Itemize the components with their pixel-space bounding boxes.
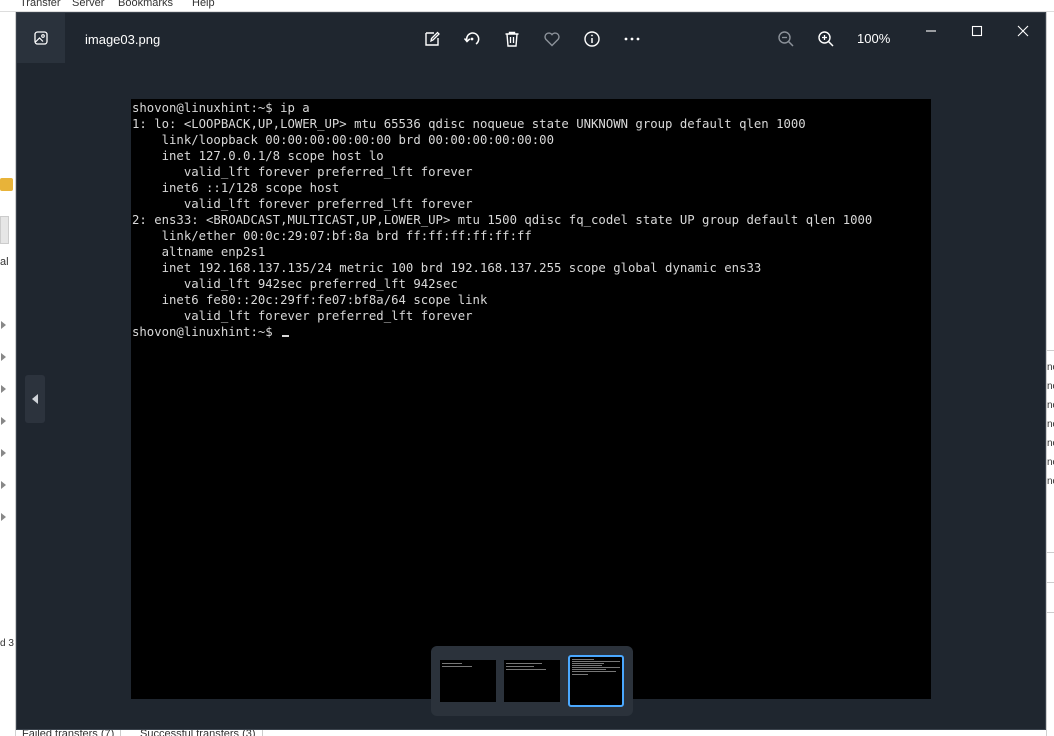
terminal-line: inet 192.168.137.135/24 metric 100 brd 1…	[132, 261, 762, 275]
zoom-in-icon	[818, 31, 834, 47]
expand-arrow-icon[interactable]	[1, 417, 6, 425]
background-right-text: no	[1047, 362, 1054, 373]
more-icon	[624, 37, 640, 41]
close-button[interactable]	[1008, 21, 1038, 41]
divider	[1047, 582, 1054, 583]
menu-transfer[interactable]: Transfer	[20, 0, 61, 9]
terminal-line: altname enp2s1	[132, 245, 266, 259]
maximize-icon	[971, 25, 983, 37]
terminal-prompt-line: shovon@linuxhint:~$	[132, 324, 872, 340]
thumbnail-line	[572, 659, 594, 660]
terminal-prompt: shovon@linuxhint:~$	[132, 325, 281, 339]
expand-arrow-icon[interactable]	[1, 481, 6, 489]
thumbnail-line	[572, 671, 616, 672]
background-left-bottom-label: d 3	[0, 638, 14, 649]
title-bar: image03.png 100%	[17, 13, 1045, 65]
menu-bookmarks[interactable]: Bookmarks	[118, 0, 173, 9]
thumbnail-line	[506, 669, 546, 670]
close-icon	[1017, 25, 1029, 37]
thumbnail-line	[442, 663, 462, 664]
expand-arrow-icon[interactable]	[1, 353, 6, 361]
terminal-line: 2: ens33: <BROADCAST,MULTICAST,UP,LOWER_…	[132, 213, 873, 227]
divider	[1047, 612, 1054, 613]
edit-icon	[425, 31, 440, 46]
zoom-out-icon	[778, 31, 794, 47]
thumbnail-line	[572, 663, 604, 664]
terminal-output: shovon@linuxhint:~$ ip a 1: lo: <LOOPBACK…	[132, 100, 872, 340]
chevron-left-icon	[32, 394, 38, 404]
terminal-line: link/ether 00:0c:29:07:bf:8a brd ff:ff:f…	[132, 229, 532, 243]
background-menubar: Transfer Server Bookmarks Help	[0, 0, 1054, 12]
favorite-button[interactable]	[540, 27, 564, 51]
trash-icon	[505, 31, 519, 47]
maximize-button[interactable]	[962, 21, 992, 41]
delete-button[interactable]	[500, 27, 524, 51]
background-right-text: no	[1047, 476, 1054, 487]
terminal-line: valid_lft forever preferred_lft forever	[132, 197, 473, 211]
terminal-line: valid_lft forever preferred_lft forever	[132, 165, 473, 179]
background-right-text: no	[1047, 457, 1054, 468]
filmstrip	[431, 646, 633, 716]
heart-icon	[544, 32, 560, 47]
rotate-button[interactable]	[460, 27, 484, 51]
folder-icon	[0, 178, 13, 191]
expand-arrow-icon[interactable]	[1, 513, 6, 521]
background-right-text: no	[1047, 419, 1054, 430]
thumbnail-line	[572, 665, 602, 666]
background-field	[0, 216, 9, 244]
displayed-image: shovon@linuxhint:~$ ip a 1: lo: <LOOPBACK…	[131, 99, 931, 699]
info-button[interactable]	[580, 27, 604, 51]
expand-arrow-icon[interactable]	[1, 449, 6, 457]
menu-server[interactable]: Server	[72, 0, 104, 9]
terminal-line: valid_lft forever preferred_lft forever	[132, 309, 473, 323]
terminal-line: inet6 fe80::20c:29ff:fe07:bf8a/64 scope …	[132, 293, 488, 307]
edit-button[interactable]	[420, 27, 444, 51]
terminal-line: shovon@linuxhint:~$ ip a	[132, 101, 310, 115]
file-name: image03.png	[85, 32, 161, 47]
expand-arrow-icon[interactable]	[1, 321, 6, 329]
terminal-line: 1: lo: <LOOPBACK,UP,LOWER_UP> mtu 65536 …	[132, 117, 806, 131]
zoom-in-button[interactable]	[814, 27, 838, 51]
image-canvas: shovon@linuxhint:~$ ip a 1: lo: <LOOPBACK…	[17, 65, 1045, 729]
rotate-icon	[463, 32, 480, 45]
thumbnail-image02[interactable]	[504, 660, 560, 702]
thumbnail-image01[interactable]	[440, 660, 496, 702]
background-left-panel: al d 3	[0, 12, 16, 736]
zoom-out-button[interactable]	[774, 27, 798, 51]
thumbnail-line	[572, 674, 588, 675]
background-right-text: no	[1047, 400, 1054, 411]
thumbnail-image03[interactable]	[568, 655, 624, 707]
info-icon	[584, 31, 600, 47]
thumbnail-line	[506, 663, 542, 664]
photos-app-icon	[34, 31, 48, 45]
minimize-icon	[926, 30, 936, 32]
background-right-text: no	[1047, 438, 1054, 449]
app-icon-button[interactable]	[17, 13, 65, 63]
thumbnail-line	[442, 666, 472, 667]
background-right-panel: no no no no no no no	[1046, 12, 1054, 736]
divider	[1047, 350, 1054, 351]
background-right-text: no	[1047, 381, 1054, 392]
previous-image-button[interactable]	[25, 375, 45, 423]
terminal-cursor	[282, 335, 290, 337]
menu-help[interactable]: Help	[192, 0, 215, 9]
terminal-line: inet6 ::1/128 scope host	[132, 181, 340, 195]
divider	[1047, 552, 1054, 553]
thumbnail-line	[572, 669, 606, 670]
expand-arrow-icon[interactable]	[1, 385, 6, 393]
more-options-button[interactable]	[620, 27, 644, 51]
minimize-button[interactable]	[916, 21, 946, 41]
thumbnail-line	[572, 667, 620, 668]
thumbnail-line	[572, 661, 620, 662]
zoom-level[interactable]: 100%	[857, 31, 890, 46]
thumbnail-line	[506, 666, 534, 667]
terminal-line: valid_lft 942sec preferred_lft 942sec	[132, 277, 458, 291]
photo-viewer-window: image03.png 100% shovon@linuxhint:~$ ip …	[16, 12, 1046, 730]
terminal-line: link/loopback 00:00:00:00:00:00 brd 00:0…	[132, 133, 554, 147]
background-left-label: al	[0, 256, 9, 268]
terminal-line: inet 127.0.0.1/8 scope host lo	[132, 149, 384, 163]
